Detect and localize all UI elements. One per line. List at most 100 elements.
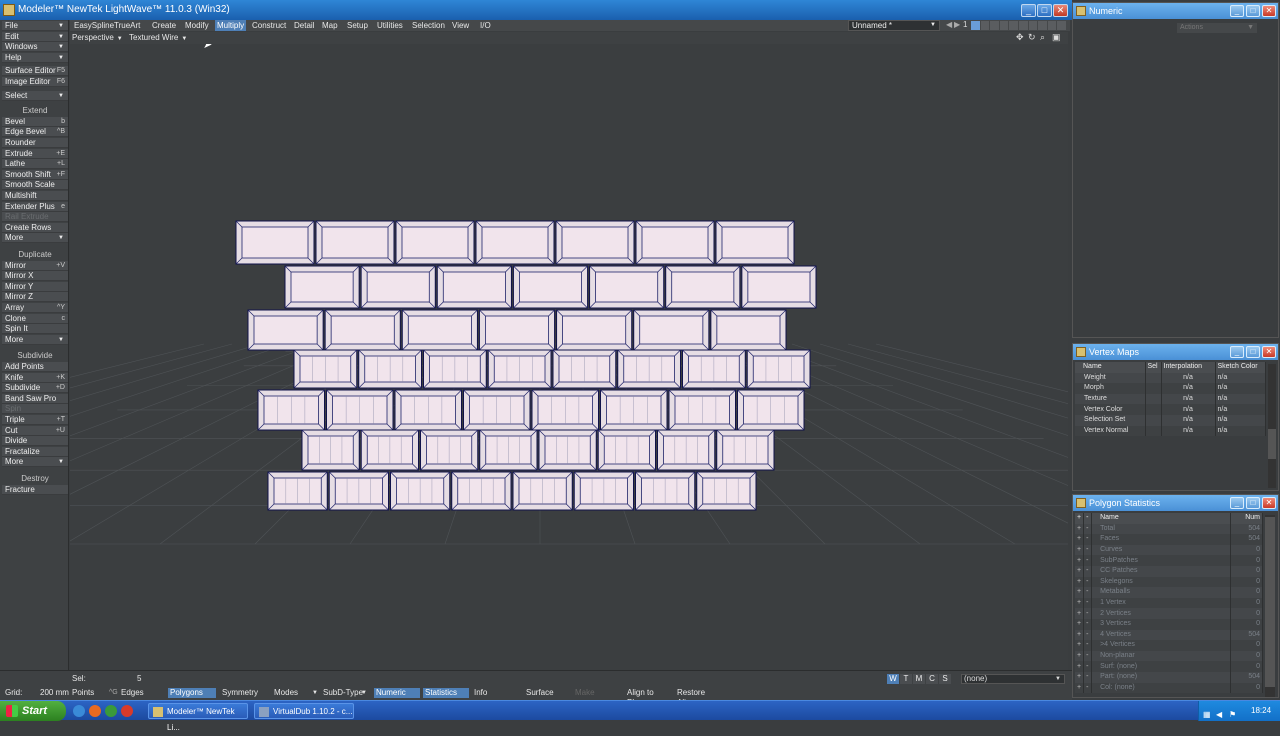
info-button[interactable]: Info (472, 688, 518, 698)
close-button[interactable]: ✕ (1262, 5, 1276, 17)
tool-more-button[interactable]: More ▼ (2, 334, 68, 345)
minus-icon[interactable]: - (1083, 544, 1093, 556)
tool-array-button[interactable]: Array ^Y (2, 303, 68, 313)
column-header[interactable]: Name (1091, 513, 1231, 524)
firefox-icon[interactable] (89, 705, 101, 717)
perspective-viewport[interactable]: ➤ (70, 44, 1068, 670)
brick[interactable] (589, 265, 665, 309)
tool-image-editor-button[interactable]: Image Editor F6 (2, 77, 68, 87)
minus-icon[interactable]: - (1083, 565, 1093, 577)
minus-icon[interactable]: - (1083, 513, 1093, 524)
minus-icon[interactable]: - (1083, 629, 1093, 641)
brick[interactable] (715, 220, 795, 265)
brick[interactable] (394, 389, 462, 431)
tool-bevel-button[interactable]: Bevel b (2, 116, 68, 127)
table-row[interactable]: + - Part: (none) 504 (1075, 671, 1263, 683)
surface-select[interactable]: (none) ▼ (961, 674, 1065, 684)
menu-tab-easyspline[interactable]: EasySpline (72, 20, 116, 31)
brick[interactable] (682, 349, 746, 389)
brick[interactable] (479, 429, 538, 471)
tool-add-points-button[interactable]: Add Points (2, 362, 68, 372)
minus-icon[interactable]: - (1083, 618, 1093, 630)
tool-smooth-shift-button[interactable]: Smooth Shift +F (2, 169, 68, 180)
tool-help-button[interactable]: Help ▼ (2, 52, 68, 63)
polygon-statistics-scrollbar[interactable] (1265, 515, 1275, 697)
desktop-icon[interactable] (73, 705, 85, 717)
view-mode-s-button[interactable]: S (939, 674, 951, 684)
menu-tab-setup[interactable]: Setup (345, 20, 370, 31)
table-row[interactable]: + -4 Vertices 504 (1075, 629, 1263, 641)
plus-icon[interactable]: + (1075, 629, 1085, 641)
plus-icon[interactable]: + (1075, 555, 1085, 566)
tool-subdivide-button[interactable]: Subdivide +D (2, 383, 68, 394)
column-header[interactable]: Interpolation (1161, 362, 1216, 373)
brick[interactable] (600, 389, 668, 431)
opera-icon[interactable] (121, 705, 133, 717)
zoom-view-icon[interactable]: ⌕ (1040, 32, 1045, 43)
tool-mirror-button[interactable]: Mirror +V (2, 260, 68, 271)
brick[interactable] (737, 389, 805, 431)
surface-button[interactable]: Surface (524, 688, 570, 698)
network-icon[interactable]: ▦ (1203, 705, 1213, 719)
brick[interactable] (512, 265, 589, 309)
plus-icon[interactable]: + (1075, 513, 1085, 524)
brick[interactable] (360, 265, 436, 309)
plus-icon[interactable]: + (1075, 544, 1085, 556)
tool-triple-button[interactable]: Triple +T (2, 415, 68, 425)
tool-rounder-button[interactable]: Rounder (2, 138, 68, 148)
brick[interactable] (478, 309, 556, 351)
render-mode-select[interactable]: Textured Wire ▼ (129, 33, 199, 43)
minus-icon[interactable]: - (1083, 661, 1093, 672)
tool-select-button[interactable]: Select ▼ (2, 90, 68, 101)
maximize-button[interactable]: □ (1246, 497, 1260, 509)
minus-icon[interactable]: - (1083, 640, 1093, 651)
brick[interactable] (284, 265, 360, 309)
minus-icon[interactable]: - (1083, 597, 1093, 609)
table-row[interactable]: + - CC Patches 0 (1075, 565, 1263, 577)
brick-wall-mesh[interactable] (235, 220, 817, 511)
brick[interactable] (401, 309, 478, 351)
vertex-maps-scrollbar[interactable] (1268, 364, 1276, 488)
brick[interactable] (390, 471, 451, 511)
brick[interactable] (635, 220, 715, 265)
brick[interactable] (741, 265, 817, 309)
brick[interactable] (436, 265, 512, 309)
brick[interactable] (746, 349, 811, 389)
tool-mirror-y-button[interactable]: Mirror Y (2, 281, 68, 292)
view-type-select[interactable]: Perspective ▼ (72, 33, 124, 43)
tool-more-button[interactable]: More ▼ (2, 233, 68, 244)
brick[interactable] (716, 429, 775, 471)
close-button[interactable]: ✕ (1053, 4, 1068, 17)
plus-icon[interactable]: + (1075, 534, 1085, 545)
plus-icon[interactable]: + (1075, 618, 1085, 630)
table-row[interactable]: Selection Set n/a n/a (1075, 414, 1266, 426)
maximize-button[interactable]: □ (1246, 5, 1260, 17)
brick[interactable] (451, 471, 512, 511)
menu-tab-detail[interactable]: Detail (292, 20, 316, 31)
brick[interactable] (668, 389, 736, 431)
plus-icon[interactable]: + (1075, 661, 1085, 672)
mode-edges-button[interactable]: Edges (119, 688, 144, 698)
brick[interactable] (360, 429, 419, 471)
taskbar-item-virtualdub[interactable]: VirtualDub 1.10.2 - c... (254, 703, 354, 719)
brick[interactable] (696, 471, 757, 511)
brick[interactable] (475, 220, 555, 265)
tool-lathe-button[interactable]: Lathe +L (2, 159, 68, 170)
minimize-button[interactable]: _ (1230, 497, 1244, 509)
table-row[interactable]: + -3 Vertices 0 (1075, 618, 1263, 630)
menu-tab-selection[interactable]: Selection (410, 20, 447, 31)
menu-tab-trueart[interactable]: TrueArt (112, 20, 142, 31)
minus-icon[interactable]: - (1083, 608, 1093, 619)
layer-buttons[interactable] (971, 21, 1066, 30)
brick[interactable] (301, 429, 360, 471)
brick[interactable] (257, 389, 325, 431)
symmetry-button[interactable]: Symmetry (220, 688, 268, 698)
menu-tab-modify[interactable]: Modify (183, 20, 211, 31)
maximize-view-icon[interactable]: ▣ (1052, 32, 1061, 43)
table-row[interactable]: + - >4 Vertices 0 (1075, 640, 1263, 651)
align-to-plane-button[interactable]: Align to Plane (625, 688, 673, 707)
tool-file-button[interactable]: File ▼ (2, 21, 68, 31)
brick[interactable] (487, 349, 552, 389)
table-row[interactable]: + - Surf: (none) 0 (1075, 661, 1263, 672)
plus-icon[interactable]: + (1075, 576, 1085, 588)
